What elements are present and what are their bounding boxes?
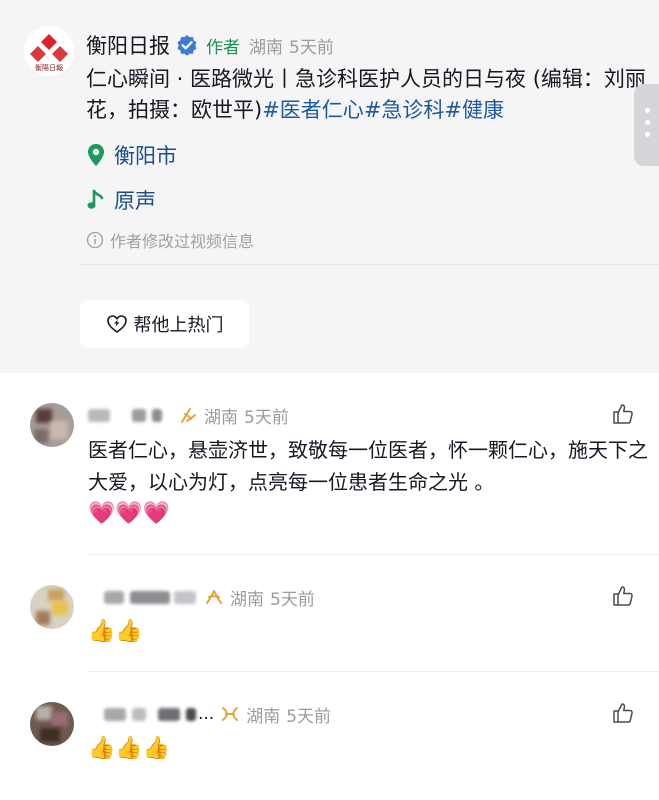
dot [645, 108, 650, 113]
comment-location: 湖南 [230, 589, 264, 610]
location-name: 衡阳市 [114, 144, 177, 168]
verified-icon [177, 35, 197, 56]
blurred-username [152, 408, 162, 422]
blurred-username [186, 707, 196, 721]
hashtag[interactable]: #急诊科 [364, 98, 445, 122]
dot [645, 120, 650, 125]
blurred-username [130, 590, 170, 604]
comment-divider [88, 671, 659, 672]
comment-emoji: 👍👍👍 [88, 736, 171, 761]
avatar[interactable] [30, 585, 74, 629]
blurred-username [174, 590, 196, 604]
blurred-username[interactable] [104, 707, 126, 721]
comment-time: 5天前 [244, 407, 289, 428]
comment-divider [88, 554, 659, 555]
side-menu-handle[interactable] [634, 84, 659, 166]
comment-header: 湖南 5天前 [88, 585, 315, 610]
comment-body: 医者仁心，悬壶济世，致敬每一位医者，怀一颗仁心，施天下之大爱，以心为灯，点亮每一… [88, 438, 648, 494]
newspaper-logo-icon: 衡陽日報 [24, 26, 74, 76]
blurred-username [132, 408, 146, 422]
post-card: 衡陽日報 衡阳日报 作者 湖南 5天前 仁心瞬间 · 医路微光丨急诊科医护人员的… [0, 0, 659, 373]
comment-location: 湖南 [246, 706, 281, 727]
fan-badge-icon [181, 408, 196, 423]
divider [80, 264, 659, 265]
edited-note-text: 作者修改过视频信息 [110, 232, 255, 251]
heart-fire-icon [106, 315, 127, 333]
fan-badge-icon [222, 707, 239, 721]
blurred-username[interactable] [88, 408, 110, 422]
post-time: 5天前 [289, 37, 334, 58]
hashtag[interactable]: #健康 [444, 98, 504, 122]
comment-text: 👍👍 [88, 616, 648, 648]
comment-header: 湖南 5天前 [88, 403, 289, 428]
comment-location: 湖南 [204, 407, 238, 428]
thumbs-up-icon[interactable] [612, 585, 634, 607]
comment-text: 医者仁心，悬壶济世，致敬每一位医者，怀一颗仁心，施天下之大爱，以心为灯，点亮每一… [88, 434, 648, 530]
author-avatar[interactable]: 衡陽日報 [24, 26, 74, 76]
author-name[interactable]: 衡阳日报 [86, 30, 170, 60]
music-name: 原声 [114, 189, 156, 213]
hashtag[interactable]: #医者仁心 [262, 98, 364, 122]
avatar[interactable] [30, 403, 74, 447]
edited-note: 作者修改过视频信息 [86, 228, 254, 252]
music-row[interactable]: 原声 [86, 185, 156, 215]
music-note-icon [87, 189, 104, 209]
post-description: 仁心瞬间 · 医路微光丨急诊科医护人员的日与夜 (编辑：刘丽花，拍摄：欧世平)#… [86, 64, 646, 126]
blurred-username[interactable] [104, 590, 124, 604]
location-row[interactable]: 衡阳市 [86, 140, 177, 170]
comment-time: 5天前 [270, 589, 315, 610]
comment-header: ... 湖南 5天前 [88, 702, 332, 727]
location-pin-icon [88, 144, 104, 166]
promote-button[interactable]: 帮他上热门 [80, 300, 249, 348]
promote-button-label: 帮他上热门 [133, 315, 224, 336]
blurred-username [158, 707, 180, 721]
thumbs-up-icon[interactable] [612, 702, 634, 724]
username-ellipsis: ... [198, 704, 215, 724]
blurred-username [132, 707, 146, 721]
dot [645, 132, 650, 137]
info-icon [86, 231, 104, 249]
author-line: 衡阳日报 作者 湖南 5天前 [86, 30, 334, 60]
logo-text: 衡陽日報 [35, 63, 63, 72]
comment-emoji: 💗💗💗 [88, 501, 171, 526]
comment-emoji: 👍👍 [88, 619, 143, 644]
fan-badge-icon [206, 590, 222, 604]
post-location: 湖南 [249, 37, 283, 58]
thumbs-up-icon[interactable] [612, 403, 634, 425]
author-badge: 作者 [206, 37, 240, 58]
comment-text: 👍👍👍 [88, 733, 648, 765]
avatar[interactable] [30, 702, 74, 746]
comment-time: 5天前 [286, 706, 332, 727]
